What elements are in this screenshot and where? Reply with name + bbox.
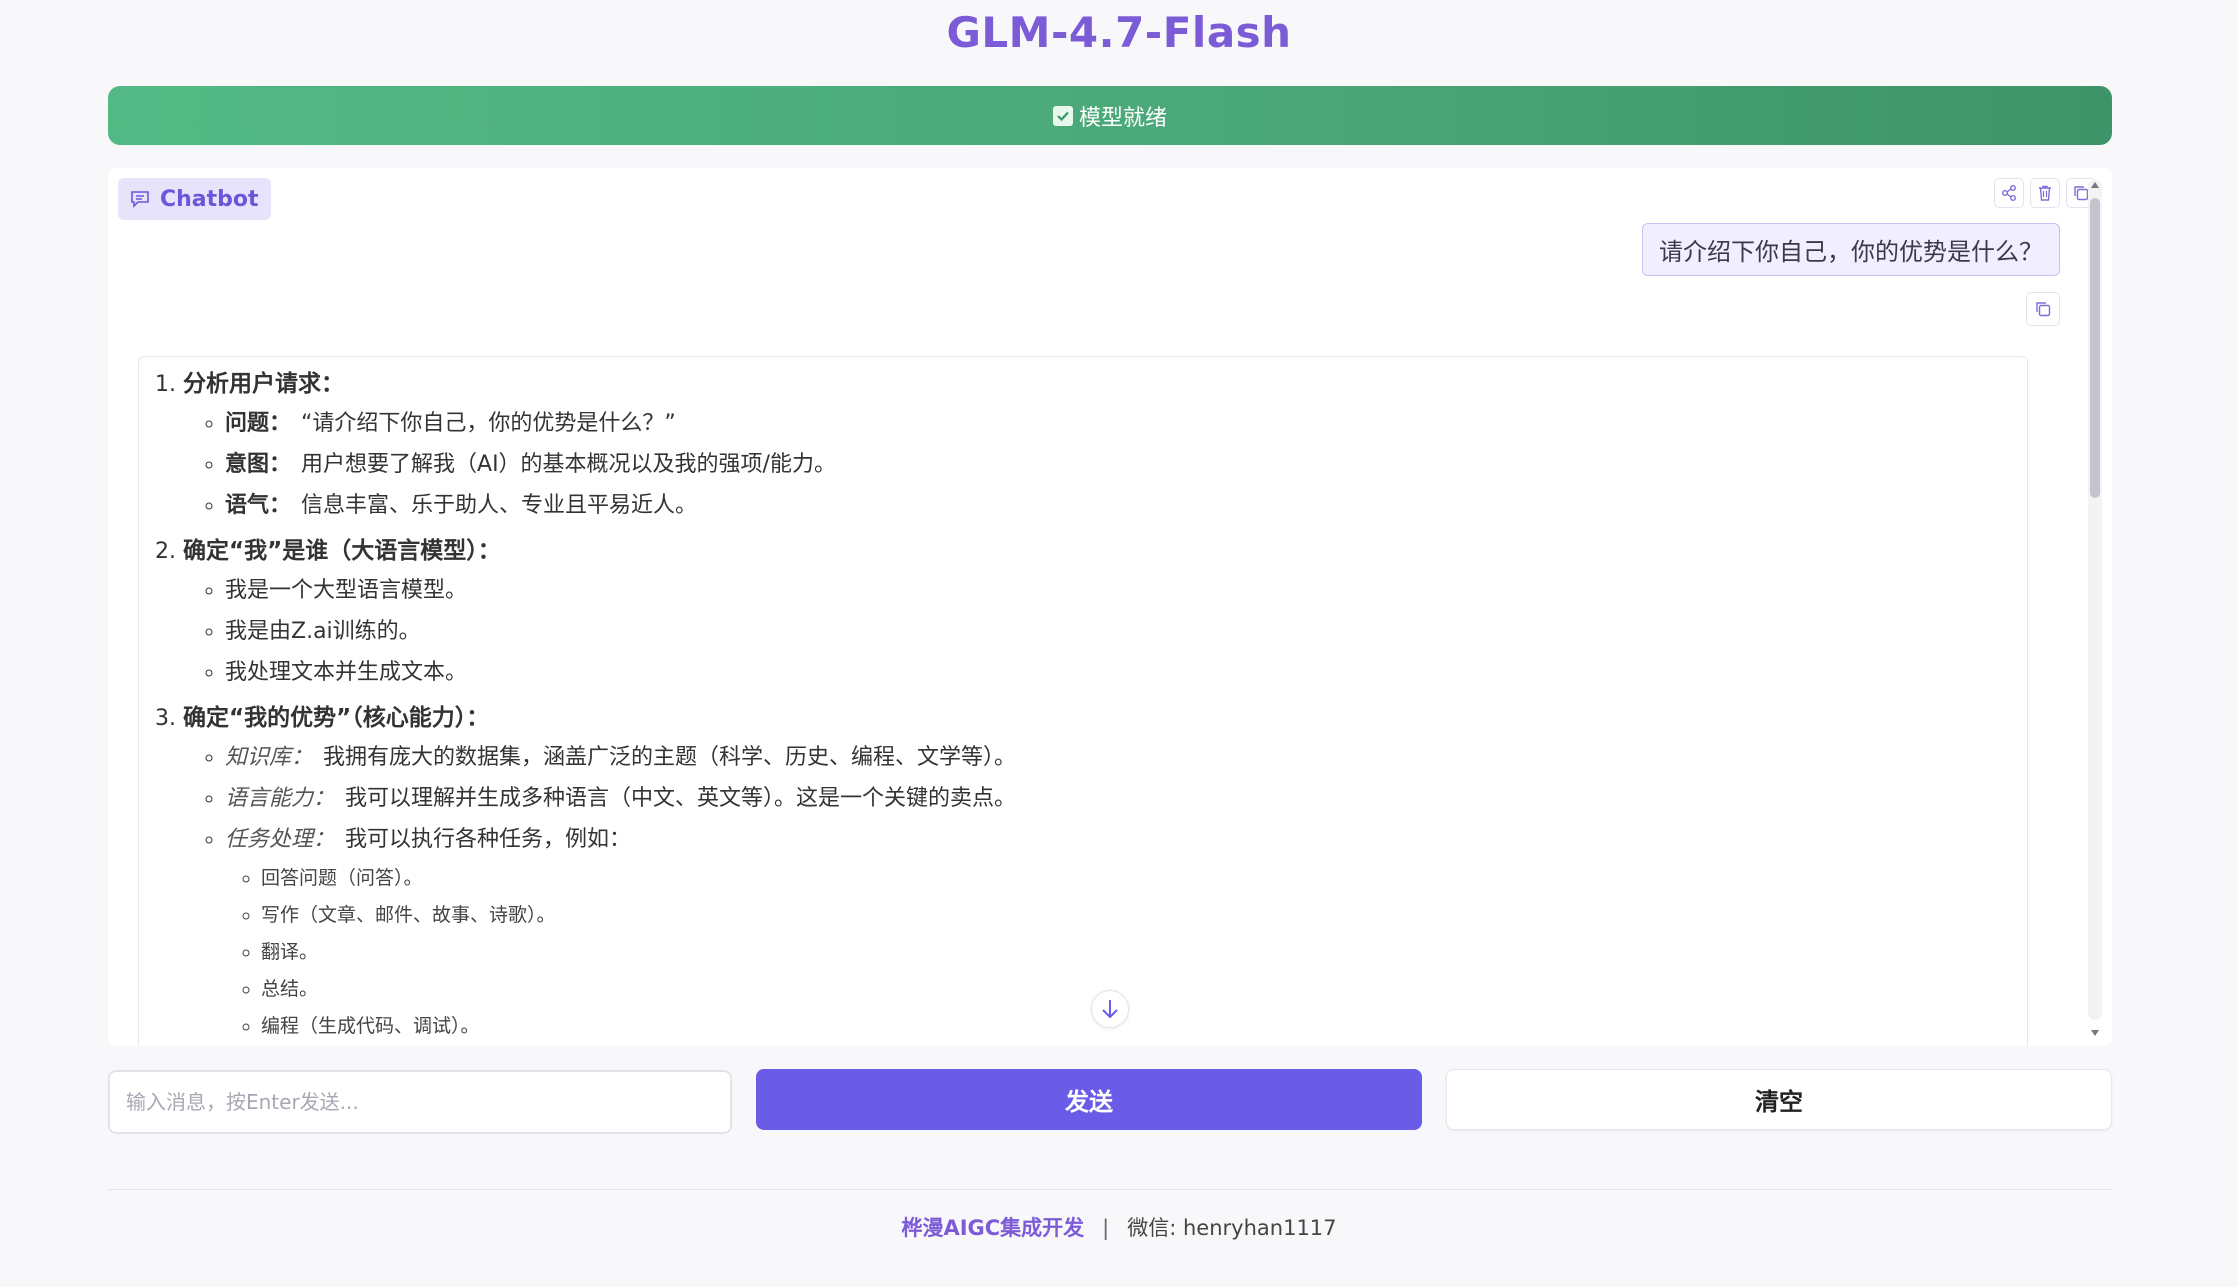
list-item: 我是由Z.ai训练的。 — [225, 611, 2011, 652]
delete-button[interactable] — [2030, 178, 2060, 208]
list-item: 语言能力： 我可以理解并生成多种语言（中文、英文等）。这是一个关键的卖点。 — [225, 778, 2011, 819]
scroll-to-bottom-button[interactable] — [1091, 990, 1129, 1028]
list-item: 我是一个大型语言模型。 — [225, 570, 2011, 611]
bot-message: 分析用户请求： 问题： “请介绍下你自己，你的优势是什么？” 意图： 用户想要了解我… — [138, 356, 2028, 1046]
item-key: 语言能力： — [225, 786, 336, 811]
copy-icon — [2036, 302, 2051, 317]
sub-list-item: 总结。 — [261, 971, 2011, 1008]
sub-list-item: 写作（文章、邮件、故事、诗歌）。 — [261, 897, 2011, 934]
list-item: 分析用户请求： 问题： “请介绍下你自己，你的优势是什么？” 意图： 用户想要了解我… — [183, 365, 2011, 526]
item-key: 任务处理： — [225, 827, 336, 852]
sub-list-item: 编程（生成代码、调试）。 — [261, 1008, 2011, 1045]
scroll-up-arrow-icon[interactable] — [2090, 180, 2100, 190]
message-input[interactable] — [108, 1070, 732, 1134]
footer-divider — [108, 1189, 2112, 1190]
status-text: 模型就绪 — [1078, 105, 1167, 131]
footer: 桦漫AIGC集成开发 | 微信: henryhan1117 — [0, 1212, 2238, 1242]
arrow-down-icon — [1102, 1000, 1118, 1019]
chatbot-label: Chatbot — [118, 178, 271, 220]
chat-bubble-icon — [131, 191, 149, 208]
list-item: 意图： 用户想要了解我（AI）的基本概况以及我的强项/能力。 — [225, 444, 2011, 485]
scrollbar-thumb[interactable] — [2090, 198, 2100, 498]
share-button[interactable] — [1994, 178, 2024, 208]
item-key: 意图： — [225, 452, 292, 477]
item-key: 语气： — [225, 493, 292, 518]
list-item: 确定“我的优势”（核心能力）： 知识库： 我拥有庞大的数据集，涵盖广泛的主题（科学… — [183, 699, 2011, 1045]
section-title: 确定“我的优势”（核心能力）： — [183, 705, 490, 731]
list-item: 确定“我”是谁（大语言模型）： 我是一个大型语言模型。 我是由Z.ai训练的。 … — [183, 532, 2011, 693]
copy-message-button[interactable] — [2026, 292, 2060, 326]
item-text: 我可以执行各种任务，例如： — [345, 827, 632, 852]
item-key: 问题： — [225, 411, 292, 436]
send-button[interactable]: 发送 — [756, 1069, 1422, 1130]
check-icon — [1052, 105, 1073, 126]
status-banner: 模型就绪 — [108, 86, 2112, 145]
sub-list-item: 回答问题（问答）。 — [261, 860, 2011, 897]
scrollbar[interactable] — [2088, 180, 2102, 1036]
app-title: GLM-4.7-Flash — [946, 8, 1292, 57]
list-item: 语气： 信息丰富、乐于助人、专业且平易近人。 — [225, 485, 2011, 526]
chat-panel: Chatbot 请介绍下你自己，你的优势是什么？ 1. 分析用户请求： ◦ 问题… — [108, 168, 2112, 1046]
list-item: 问题： “请介绍下你自己，你的优势是什么？” — [225, 403, 2011, 444]
share-icon — [2002, 185, 2016, 201]
page: GLM-4.7-Flash 模型就绪 Chatbot 请介绍下你自己，你的优势是… — [0, 0, 2238, 1287]
footer-separator: | — [1102, 1216, 1110, 1240]
footer-brand: 桦漫AIGC集成开发 — [901, 1216, 1085, 1240]
panel-tools — [1994, 178, 2096, 208]
item-text: 我拥有庞大的数据集，涵盖广泛的主题（科学、历史、编程、文学等）。 — [323, 745, 1017, 770]
item-text: “请介绍下你自己，你的优势是什么？” — [301, 411, 676, 436]
item-text: 我可以理解并生成多种语言（中文、英文等）。这是一个关键的卖点。 — [345, 786, 1017, 811]
scroll-down-arrow-icon[interactable] — [2090, 1028, 2100, 1038]
section-title: 分析用户请求： — [183, 371, 344, 397]
list-item: 知识库： 我拥有庞大的数据集，涵盖广泛的主题（科学、历史、编程、文学等）。 — [225, 737, 2011, 778]
trash-icon — [2039, 185, 2051, 201]
chatbot-label-text: Chatbot — [160, 186, 259, 212]
clear-button[interactable]: 清空 — [1446, 1069, 2112, 1130]
item-text: 用户想要了解我（AI）的基本概况以及我的强项/能力。 — [301, 452, 836, 477]
item-text: 信息丰富、乐于助人、专业且平易近人。 — [301, 493, 698, 518]
item-key: 知识库： — [225, 745, 314, 770]
list-item: 我处理文本并生成文本。 — [225, 652, 2011, 693]
sub-list-item: 翻译。 — [261, 934, 2011, 971]
user-message: 请介绍下你自己，你的优势是什么？ — [1642, 223, 2060, 276]
section-title: 确定“我”是谁（大语言模型）： — [183, 538, 501, 564]
bot-message-list: 分析用户请求： 问题： “请介绍下你自己，你的优势是什么？” 意图： 用户想要了解我… — [155, 365, 2011, 1045]
footer-contact: 微信: henryhan1117 — [1127, 1216, 1337, 1240]
